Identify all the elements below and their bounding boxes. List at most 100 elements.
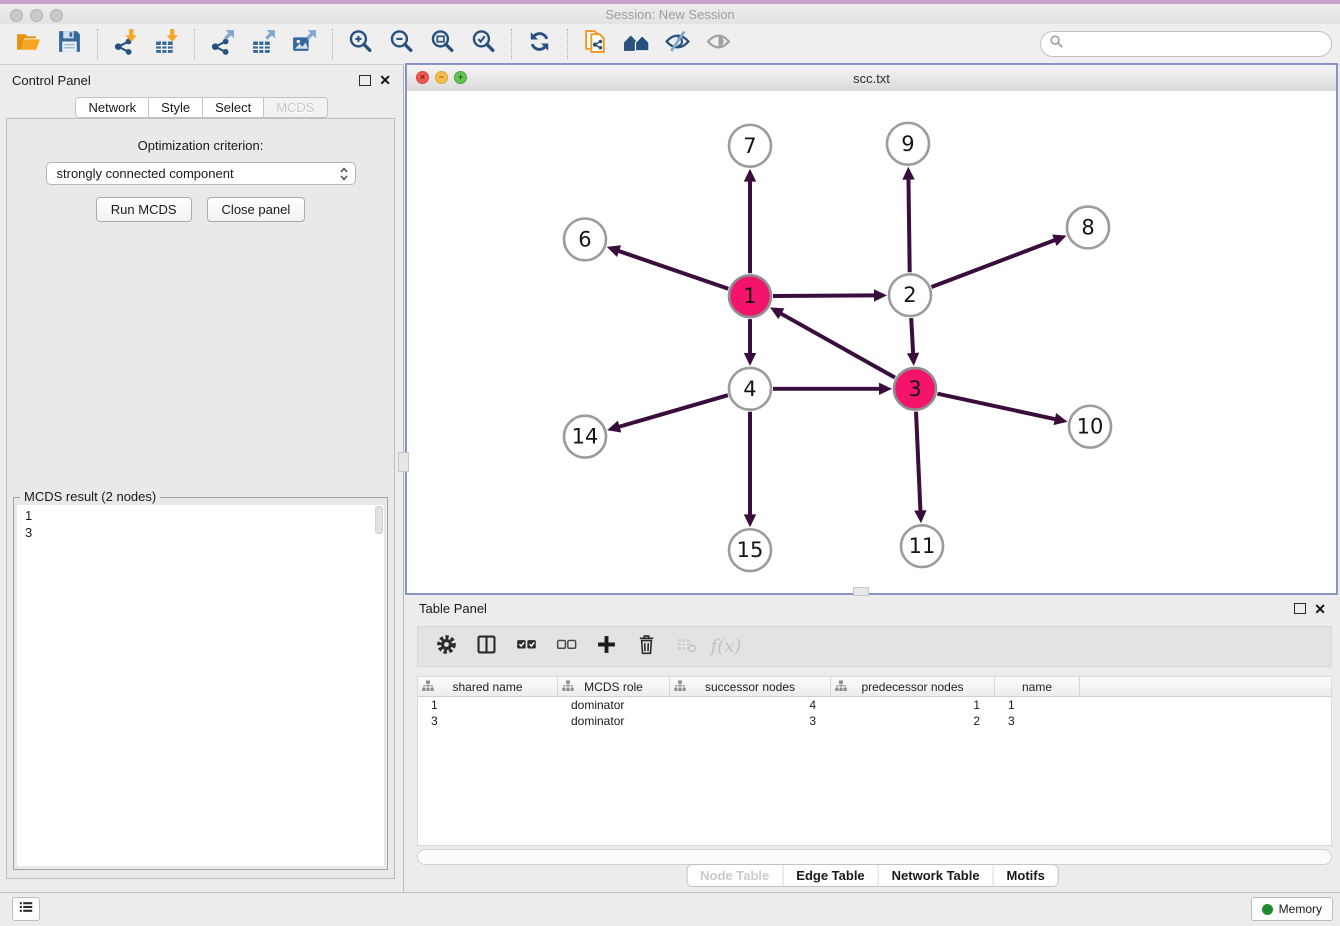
cell-successor-nodes: 3 — [670, 713, 831, 729]
criterion-select[interactable]: strongly connected component — [46, 162, 356, 185]
memory-status-icon — [1262, 904, 1273, 915]
memory-label: Memory — [1279, 902, 1322, 916]
open-session-button[interactable] — [8, 26, 49, 62]
export-table-button[interactable] — [243, 26, 284, 62]
mcds-result-group: MCDS result (2 nodes) 1 3 — [13, 497, 388, 870]
column-header-MCDS-role[interactable]: MCDS role — [558, 677, 670, 696]
frame-close-button[interactable]: × — [416, 71, 429, 84]
mcds-result-title: MCDS result (2 nodes) — [20, 489, 160, 504]
save-icon — [56, 28, 83, 60]
open-network-file-button[interactable] — [575, 26, 616, 62]
svg-text:8: 8 — [1081, 215, 1094, 239]
create-column-button[interactable] — [588, 630, 624, 664]
export-image-icon — [291, 28, 318, 60]
tab-network-table[interactable]: Network Table — [879, 865, 994, 886]
svg-text:15: 15 — [737, 538, 764, 562]
zoom-fit-button[interactable] — [422, 26, 463, 62]
cell-predecessor-nodes: 1 — [831, 697, 995, 713]
svg-text:3: 3 — [908, 377, 921, 401]
tab-select[interactable]: Select — [203, 97, 264, 118]
import-table-button[interactable] — [146, 26, 187, 62]
function-builder-button: f(x) — [708, 630, 744, 664]
tab-network[interactable]: Network — [75, 97, 149, 118]
svg-text:6: 6 — [578, 227, 591, 251]
column-header-shared-name[interactable]: shared name — [418, 677, 558, 696]
frame-zoom-button[interactable]: + — [454, 71, 467, 84]
select-stepper-icon — [339, 167, 349, 181]
table-row[interactable]: 1dominator411 — [418, 697, 1331, 713]
svg-text:1: 1 — [743, 284, 756, 308]
vertical-splitter-grip[interactable] — [398, 452, 409, 472]
criterion-selected-value: strongly connected component — [57, 166, 234, 181]
status-bar: Memory — [0, 892, 1340, 926]
close-panel-button[interactable]: Close panel — [207, 197, 306, 222]
apply-layout-button[interactable] — [519, 26, 560, 62]
cell-successor-nodes: 4 — [670, 697, 831, 713]
float-panel-icon[interactable] — [359, 75, 371, 86]
unselect-all-columns-button[interactable] — [548, 630, 584, 664]
table-toolbar: f(x) — [417, 626, 1332, 667]
unselect-all-icon — [555, 633, 578, 661]
search-field[interactable] — [1040, 31, 1332, 57]
cell-MCDS-role: dominator — [558, 697, 670, 713]
tab-style[interactable]: Style — [149, 97, 203, 118]
column-layout-button[interactable] — [468, 630, 504, 664]
run-mcds-button[interactable]: Run MCDS — [96, 197, 192, 222]
svg-text:14: 14 — [572, 425, 599, 449]
list-icon — [17, 898, 35, 921]
frame-minimize-button[interactable]: − — [435, 71, 448, 84]
app-titlebar: Session: New Session — [0, 0, 1340, 25]
table-horizontal-scrollbar[interactable] — [417, 849, 1332, 865]
optimization-criterion-label: Optimization criterion: — [7, 138, 394, 153]
export-network-button[interactable] — [202, 26, 243, 62]
control-panel-title: Control Panel — [12, 73, 91, 88]
mcds-result-text[interactable]: 1 3 — [17, 505, 384, 866]
delete-table-button — [668, 630, 704, 664]
save-session-button[interactable] — [49, 26, 90, 62]
control-panel: Control Panel ✕ NetworkStyleSelectMCDS O… — [0, 65, 404, 893]
close-table-panel-icon[interactable]: ✕ — [1314, 604, 1326, 614]
zoom-in-button[interactable] — [340, 26, 381, 62]
zoom-out-button[interactable] — [381, 26, 422, 62]
float-table-panel-icon[interactable] — [1294, 603, 1306, 614]
svg-text:10: 10 — [1077, 415, 1104, 439]
column-settings-button[interactable] — [428, 630, 464, 664]
search-input[interactable] — [1064, 36, 1327, 52]
table-header-row: shared nameMCDS rolesuccessor nodesprede… — [418, 677, 1331, 697]
zoom-out-icon — [388, 28, 415, 60]
show-panels-button[interactable] — [12, 897, 40, 921]
table-panel: Table Panel ✕ f(x) shared nameMCDS roles… — [405, 595, 1340, 893]
cell-predecessor-nodes: 2 — [831, 713, 995, 729]
export-image-button[interactable] — [284, 26, 325, 62]
tab-mcds[interactable]: MCDS — [264, 97, 327, 118]
memory-button[interactable]: Memory — [1251, 897, 1333, 921]
hide-selected-button[interactable] — [657, 26, 698, 62]
toolbar-separator — [567, 29, 568, 59]
column-header-successor-nodes[interactable]: successor nodes — [670, 677, 831, 696]
gear-icon — [435, 633, 458, 661]
tab-motifs[interactable]: Motifs — [994, 865, 1058, 886]
select-all-columns-button[interactable] — [508, 630, 544, 664]
close-panel-icon[interactable]: ✕ — [379, 75, 391, 85]
tab-node-table[interactable]: Node Table — [687, 865, 783, 886]
import-network-button[interactable] — [105, 26, 146, 62]
column-header-name[interactable]: name — [995, 677, 1080, 696]
table-row[interactable]: 3dominator323 — [418, 713, 1331, 729]
folder-icon — [15, 28, 42, 60]
result-scrollbar[interactable] — [375, 506, 383, 534]
column-header-predecessor-nodes[interactable]: predecessor nodes — [831, 677, 995, 696]
delete-columns-button[interactable] — [628, 630, 664, 664]
neighbors-button[interactable] — [616, 26, 657, 62]
eye-gray-icon — [705, 28, 732, 60]
toolbar-separator — [332, 29, 333, 59]
fx-icon: f(x) — [711, 636, 742, 657]
network-frame-titlebar[interactable]: × − + scc.txt — [407, 65, 1336, 92]
zoom-selected-button[interactable] — [463, 26, 504, 62]
network-canvas[interactable]: 7968124314101511 — [407, 91, 1336, 593]
horizontal-splitter-grip[interactable] — [853, 587, 869, 596]
plus-icon — [595, 633, 618, 661]
show-all-button[interactable] — [698, 26, 739, 62]
cell-shared-name: 3 — [418, 713, 558, 729]
tab-edge-table[interactable]: Edge Table — [783, 865, 878, 886]
app-title: Session: New Session — [0, 7, 1340, 22]
